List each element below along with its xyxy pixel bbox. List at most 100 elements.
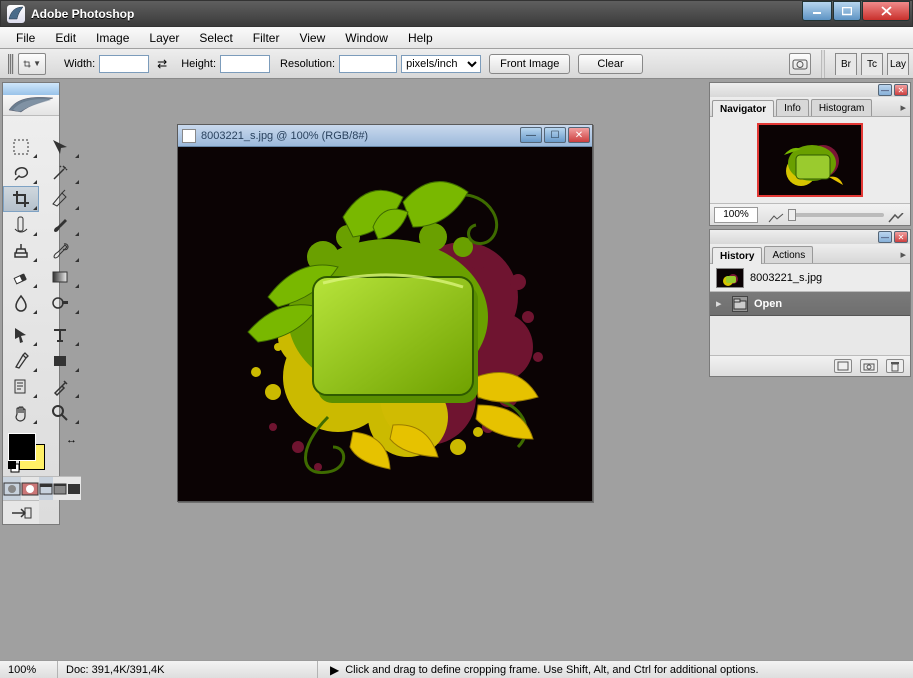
swap-colors-button[interactable]: ↔ — [66, 434, 77, 446]
tab-actions[interactable]: Actions — [764, 246, 813, 263]
navigator-minimize-button[interactable]: — — [878, 84, 892, 96]
window-maximize-button[interactable] — [833, 1, 861, 21]
window-minimize-button[interactable] — [802, 1, 832, 21]
move-tool[interactable] — [39, 134, 81, 160]
standard-mode-button[interactable] — [3, 476, 21, 500]
navigator-panel: — ✕ Navigator Info Histogram ▸ — [709, 82, 911, 226]
type-tool[interactable] — [39, 322, 81, 348]
height-input[interactable] — [220, 55, 270, 73]
foreground-color-swatch[interactable] — [9, 434, 35, 460]
history-close-button[interactable]: ✕ — [894, 231, 908, 243]
quick-mask-mode-button[interactable] — [21, 476, 39, 500]
resolution-label: Resolution: — [280, 58, 335, 70]
menu-select[interactable]: Select — [189, 28, 242, 48]
clear-button[interactable]: Clear — [578, 54, 642, 74]
hint-arrow-icon: ▶ — [330, 663, 339, 677]
width-input[interactable] — [99, 55, 149, 73]
document-maximize-button[interactable]: ☐ — [544, 127, 566, 143]
panel-dock: — ✕ Navigator Info Histogram ▸ — [709, 82, 911, 380]
menu-file[interactable]: File — [6, 28, 45, 48]
history-snapshot-row[interactable]: 8003221_s.jpg — [710, 264, 910, 292]
history-state-label: Open — [754, 298, 782, 310]
tab-navigator[interactable]: Navigator — [712, 100, 774, 117]
tab-info[interactable]: Info — [776, 99, 809, 116]
height-label: Height: — [181, 58, 216, 70]
history-minimize-button[interactable]: — — [878, 231, 892, 243]
navigator-panel-menu-button[interactable]: ▸ — [900, 101, 906, 114]
swap-width-height-button[interactable]: ⇄ — [153, 55, 171, 73]
go-to-bridge-icon[interactable] — [789, 53, 811, 75]
menu-layer[interactable]: Layer — [139, 28, 189, 48]
tab-histogram[interactable]: Histogram — [811, 99, 873, 116]
resolution-units-select[interactable]: pixels/inch — [401, 55, 481, 73]
zoom-in-icon[interactable] — [888, 210, 904, 220]
shape-tool[interactable] — [39, 348, 81, 374]
blur-tool[interactable] — [3, 290, 39, 316]
status-zoom[interactable]: 100% — [0, 661, 58, 678]
menu-window[interactable]: Window — [335, 28, 398, 48]
slice-tool[interactable] — [39, 186, 81, 212]
healing-brush-tool[interactable] — [3, 212, 39, 238]
notes-tool[interactable] — [3, 374, 39, 400]
history-brush-source-icon[interactable]: ▸ — [716, 297, 726, 310]
default-colors-button[interactable] — [7, 460, 21, 474]
delete-state-button[interactable] — [886, 359, 904, 373]
menu-view[interactable]: View — [289, 28, 335, 48]
hand-tool[interactable] — [3, 400, 39, 426]
toolbox-logo — [3, 95, 59, 116]
lasso-tool[interactable] — [3, 160, 39, 186]
history-state-row[interactable]: ▸ Open — [710, 292, 910, 316]
options-grip[interactable] — [8, 54, 14, 74]
history-brush-tool[interactable] — [39, 238, 81, 264]
document-close-button[interactable]: ✕ — [568, 127, 590, 143]
palette-well-tab-brushes[interactable]: Br — [835, 53, 857, 75]
menu-filter[interactable]: Filter — [243, 28, 290, 48]
width-label: Width: — [64, 58, 95, 70]
jump-to-imageready-button[interactable] — [3, 500, 39, 524]
clone-stamp-tool[interactable] — [3, 238, 39, 264]
status-doc-info[interactable]: Doc: 391,4K/391,4K — [58, 661, 318, 678]
rectangular-marquee-tool[interactable] — [3, 134, 39, 160]
zoom-out-icon[interactable] — [768, 210, 784, 220]
pen-tool[interactable] — [3, 348, 39, 374]
magic-wand-tool[interactable] — [39, 160, 81, 186]
standard-screen-mode-button[interactable] — [39, 476, 53, 500]
path-selection-tool[interactable] — [3, 322, 39, 348]
menu-help[interactable]: Help — [398, 28, 443, 48]
zoom-tool[interactable] — [39, 400, 81, 426]
navigator-close-button[interactable]: ✕ — [894, 84, 908, 96]
toolbox: ↔ — [2, 82, 60, 525]
window-close-button[interactable] — [862, 1, 910, 21]
palette-well-tab-layercomps[interactable]: Lay — [887, 53, 909, 75]
menubar: File Edit Image Layer Select Filter View… — [0, 27, 913, 49]
crop-tool-preset-dropdown[interactable]: ▼ — [18, 53, 46, 75]
brush-tool[interactable] — [39, 212, 81, 238]
navigator-zoom-slider[interactable] — [788, 213, 884, 217]
dodge-tool[interactable] — [39, 290, 81, 316]
eraser-tool[interactable] — [3, 264, 39, 290]
navigator-thumbnail[interactable] — [757, 123, 863, 197]
palette-well-tab-toolpresets[interactable]: Tc — [861, 53, 883, 75]
navigator-zoom-input[interactable] — [714, 207, 758, 223]
history-panel-menu-button[interactable]: ▸ — [900, 248, 906, 261]
document-title: 8003221_s.jpg @ 100% (RGB/8#) — [201, 130, 368, 142]
document-minimize-button[interactable]: — — [520, 127, 542, 143]
canvas[interactable] — [178, 147, 592, 501]
crop-tool[interactable] — [3, 186, 39, 212]
titlebar: Adobe Photoshop — [0, 0, 913, 27]
tab-history[interactable]: History — [712, 247, 762, 264]
fullscreen-mode-button[interactable] — [67, 476, 81, 500]
toolbox-titlebar[interactable] — [3, 83, 59, 95]
document-titlebar[interactable]: 8003221_s.jpg @ 100% (RGB/8#) — ☐ ✕ — [178, 125, 592, 147]
history-snapshot-label: 8003221_s.jpg — [750, 272, 822, 284]
menu-image[interactable]: Image — [86, 28, 139, 48]
create-document-from-state-button[interactable] — [834, 359, 852, 373]
gradient-tool[interactable] — [39, 264, 81, 290]
new-snapshot-button[interactable] — [860, 359, 878, 373]
front-image-button[interactable]: Front Image — [489, 54, 570, 74]
resolution-input[interactable] — [339, 55, 397, 73]
workspace: ↔ 8003221_s.jpg @ 100% (RGB/8#) — ☐ ✕ — [0, 79, 913, 660]
menu-edit[interactable]: Edit — [45, 28, 86, 48]
eyedropper-tool[interactable] — [39, 374, 81, 400]
fullscreen-menubar-mode-button[interactable] — [53, 476, 67, 500]
